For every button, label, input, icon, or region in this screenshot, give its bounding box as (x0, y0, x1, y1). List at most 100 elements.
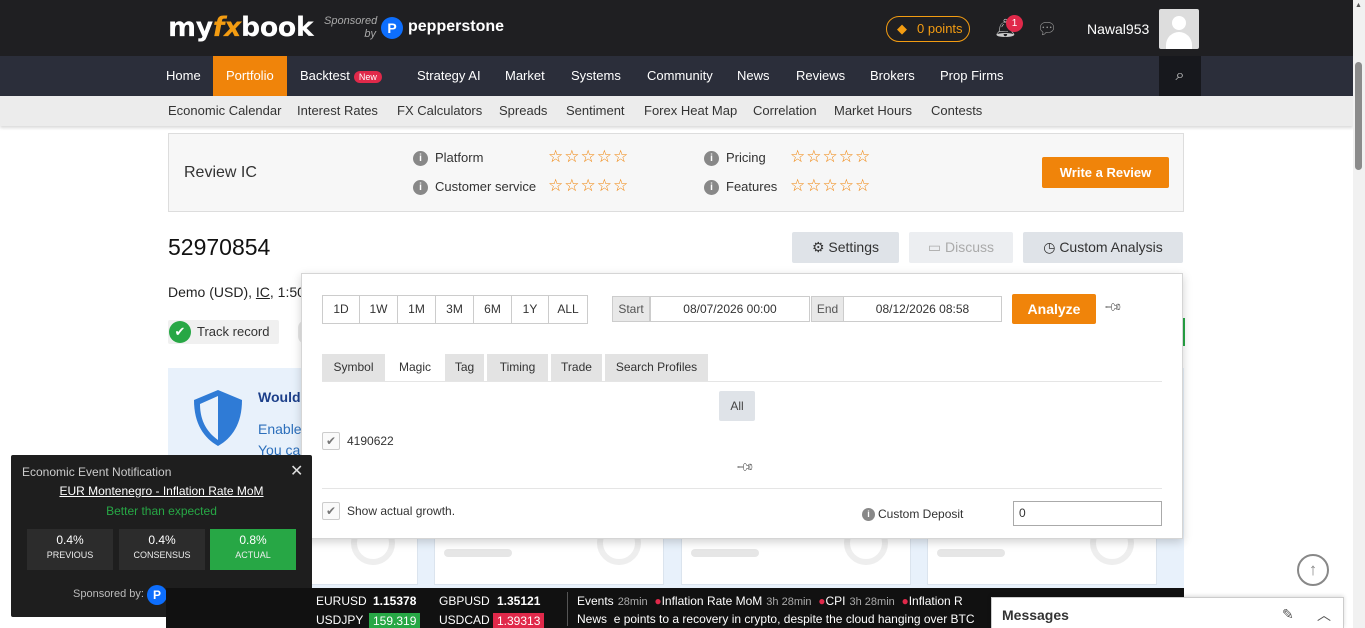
range-1w[interactable]: 1W (359, 295, 398, 324)
pin-icon[interactable]: 📌︎ (1103, 297, 1124, 318)
consensus-box: 0.4% CONSENSUS (119, 529, 205, 570)
scroll-up-arrow-icon[interactable]: ▲ (1355, 2, 1362, 9)
customer-service-stars[interactable]: ☆☆☆☆☆ (548, 176, 629, 196)
event-item[interactable]: CPI (825, 594, 845, 608)
ticker-symbol[interactable]: USDCAD (439, 613, 490, 627)
info-icon[interactable]: i (862, 508, 875, 522)
messages-panel[interactable]: Messages ✎ ︿ (991, 597, 1344, 628)
compose-icon[interactable]: ✎ (1282, 606, 1294, 623)
notification-sponsored-label: Sponsored by: (73, 588, 144, 600)
ticker-value-down: 1.39313 (493, 613, 545, 628)
news-item[interactable]: e points to a recovery in crypto, despit… (614, 612, 975, 626)
subnav-economic-calendar[interactable]: Economic Calendar (168, 96, 281, 125)
info-icon[interactable]: i (704, 180, 719, 196)
all-button[interactable]: All (719, 391, 755, 421)
nav-item-brokers[interactable]: Brokers (870, 56, 915, 96)
broker-link[interactable]: IC (256, 284, 270, 300)
review-box: Review IC i Platform ☆☆☆☆☆ i Customer serv… (168, 133, 1184, 212)
ticker-symbol[interactable]: EURUSD (316, 594, 367, 608)
criterion-customer-service: i Customer service (413, 179, 536, 196)
scroll-to-top-button[interactable]: ↑ (1297, 554, 1329, 586)
tab-symbol[interactable]: Symbol (322, 354, 385, 381)
nav-item-backtest[interactable]: Backtest New (300, 56, 382, 96)
ticker-value: 1.15378 (373, 594, 417, 608)
new-badge: New (353, 70, 382, 83)
nav-item-market[interactable]: Market (505, 56, 545, 96)
range-1m[interactable]: 1M (397, 295, 436, 324)
chat-bubble-icon[interactable]: 💬︎ (1037, 19, 1057, 39)
points-badge[interactable]: ◆ 0 points (886, 16, 970, 42)
nav-item-news[interactable]: News (737, 56, 770, 96)
custom-deposit-input[interactable]: 0 (1013, 501, 1162, 526)
tab-timing[interactable]: Timing (487, 354, 548, 381)
sponsored-by-label: Sponsored by (324, 15, 378, 40)
range-all[interactable]: ALL (548, 295, 588, 324)
review-title: Review IC (184, 164, 257, 181)
scrollbar-thumb[interactable] (1355, 62, 1362, 170)
tab-search-profiles[interactable]: Search Profiles (605, 354, 708, 381)
info-icon[interactable]: i (704, 151, 719, 167)
subnav-market-hours[interactable]: Market Hours (834, 96, 912, 125)
nav-item-systems[interactable]: Systems (571, 56, 621, 96)
main-nav: Home Portfolio Backtest New Strategy AI M… (0, 56, 1353, 96)
gear-icon: ⚙︎ (811, 239, 825, 255)
nav-item-community[interactable]: Community (647, 56, 713, 96)
tab-magic[interactable]: Magic (388, 354, 442, 381)
event-item[interactable]: Inflation Rate MoM (662, 594, 763, 608)
pepperstone-name[interactable]: pepperstone (408, 18, 504, 36)
subnav-contests[interactable]: Contests (931, 96, 982, 125)
features-stars[interactable]: ☆☆☆☆☆ (790, 176, 871, 196)
check-circle-icon: ✔ (169, 321, 191, 343)
ticker-symbol[interactable]: USDJPY (316, 613, 363, 627)
analyze-button[interactable]: Analyze (1012, 294, 1096, 324)
custom-analysis-button[interactable]: ◷ Custom Analysis (1023, 232, 1183, 263)
nav-item-portfolio[interactable]: Portfolio (213, 56, 287, 96)
info-icon[interactable]: i (413, 180, 428, 196)
avatar[interactable] (1159, 9, 1199, 49)
subnav-fx-calculators[interactable]: FX Calculators (397, 96, 482, 125)
settings-button[interactable]: ⚙︎ Settings (792, 232, 899, 263)
tab-divider (322, 381, 1162, 382)
range-3m[interactable]: 3M (435, 295, 474, 324)
discuss-button[interactable]: ▭ Discuss (909, 232, 1013, 263)
event-item[interactable]: Inflation R (909, 594, 963, 608)
end-label: End (811, 296, 844, 322)
search-icon[interactable]: ⌕ (1159, 56, 1201, 96)
subnav-forex-heat-map[interactable]: Forex Heat Map (644, 96, 737, 125)
close-icon[interactable]: ✕ (290, 461, 303, 481)
range-1d[interactable]: 1D (322, 295, 360, 324)
pepperstone-logo-icon[interactable]: P (381, 17, 403, 39)
subnav-interest-rates[interactable]: Interest Rates (297, 96, 378, 125)
event-result: Better than expected (106, 504, 217, 518)
magic-item-label: 4190622 (347, 434, 394, 448)
range-1y[interactable]: 1Y (511, 295, 549, 324)
write-review-button[interactable]: Write a Review (1042, 157, 1169, 188)
end-date-input[interactable]: 08/12/2026 08:58 (843, 296, 1002, 322)
nav-item-prop-firms[interactable]: Prop Firms (940, 56, 1004, 96)
nav-item-reviews[interactable]: Reviews (796, 56, 845, 96)
subnav-correlation[interactable]: Correlation (753, 96, 817, 125)
track-record-badge[interactable]: ✔ Track record (168, 320, 279, 344)
ticker-symbol[interactable]: GBPUSD (439, 594, 490, 608)
show-growth-label: Show actual growth. (347, 504, 456, 518)
tab-trade[interactable]: Trade (551, 354, 602, 381)
myfxbook-logo[interactable]: myfxbook (168, 12, 314, 43)
event-link[interactable]: EUR Montenegro - Inflation Rate MoM (11, 484, 312, 498)
chevron-up-icon[interactable]: ︿ (1317, 605, 1331, 625)
subnav-spreads[interactable]: Spreads (499, 96, 547, 125)
platform-stars[interactable]: ☆☆☆☆☆ (548, 147, 629, 167)
subnav-sentiment[interactable]: Sentiment (566, 96, 625, 125)
range-6m[interactable]: 6M (473, 295, 512, 324)
show-growth-checkbox[interactable]: ✔ (322, 502, 340, 520)
nav-item-home[interactable]: Home (166, 56, 201, 96)
username[interactable]: Nawal953 (1087, 21, 1149, 37)
pricing-stars[interactable]: ☆☆☆☆☆ (790, 147, 871, 167)
pin-icon[interactable]: 📌︎ (735, 457, 756, 478)
pepperstone-logo-icon[interactable]: P (147, 585, 167, 605)
tab-tag[interactable]: Tag (445, 354, 484, 381)
info-icon[interactable]: i (413, 151, 428, 167)
criterion-platform: i Platform (413, 150, 483, 167)
magic-checkbox[interactable]: ✔ (322, 432, 340, 450)
start-date-input[interactable]: 08/07/2026 00:00 (650, 296, 810, 322)
nav-item-strategy-ai[interactable]: Strategy AI (417, 56, 481, 96)
